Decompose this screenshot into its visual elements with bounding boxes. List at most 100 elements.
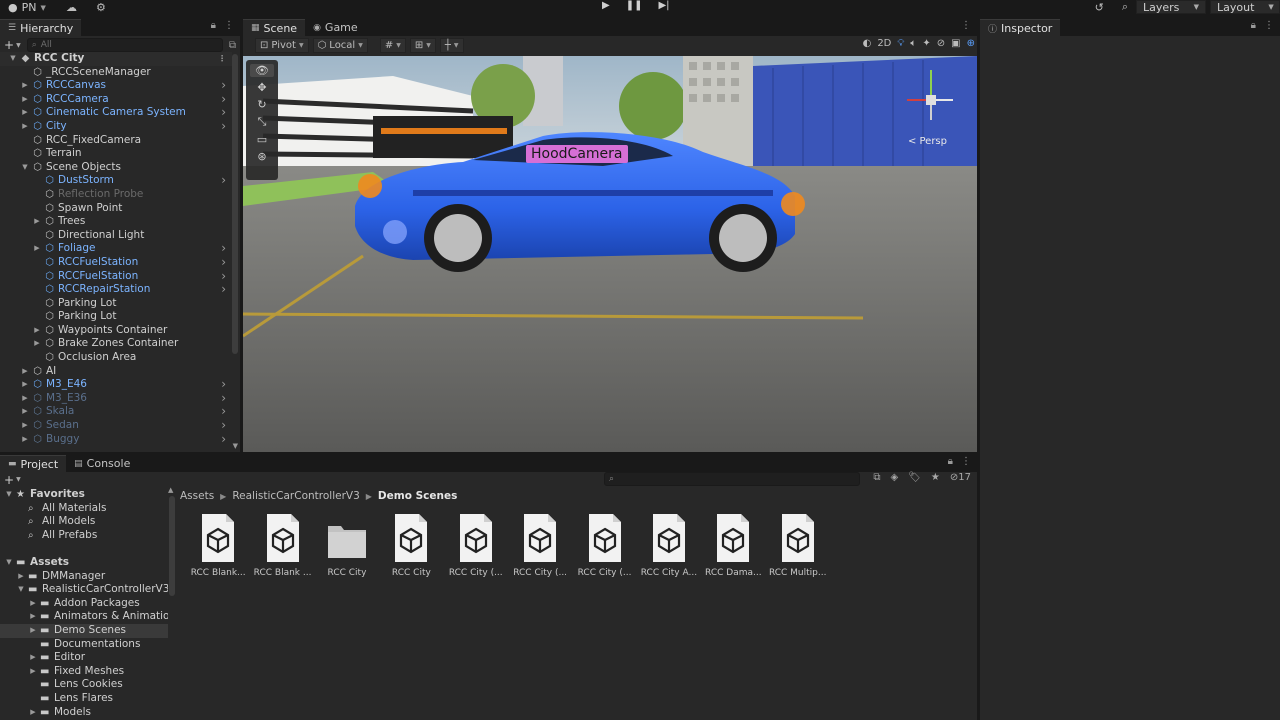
expand-right-icon[interactable]: ▶ — [32, 215, 42, 229]
hidden-objects-icon[interactable]: ⊘ — [937, 38, 945, 49]
hierarchy-row[interactable]: ▶ ⬡ Foliage › — [0, 242, 232, 256]
hierarchy-row[interactable]: ⬡ Occlusion Area — [0, 351, 232, 365]
hierarchy-row[interactable]: ▶ ⬡ Sedan › — [0, 418, 232, 433]
hierarchy-row[interactable]: ▶ ⬡ M3_E46 › — [0, 378, 232, 392]
lock-icon[interactable]: 🔒︎ — [948, 456, 953, 467]
scale-tool-icon[interactable]: ⤡ — [258, 115, 267, 129]
open-prefab-icon[interactable]: › — [221, 405, 226, 419]
expand-down-icon[interactable]: ▼ — [4, 488, 14, 502]
lock-icon[interactable]: 🔒︎ — [1251, 20, 1256, 31]
expand-right-icon[interactable]: ▶ — [28, 610, 38, 624]
project-tree-item[interactable]: ▶ ▬ Fixed Meshes — [0, 665, 168, 679]
move-tool-icon[interactable]: ✥ — [257, 81, 266, 94]
expand-right-icon[interactable]: ▶ — [20, 378, 30, 392]
asset-scene-file[interactable]: RCC City — [379, 512, 443, 578]
snap-increment-button[interactable]: ⊞ ▼ — [409, 38, 436, 53]
breadcrumb-item[interactable]: RealisticCarControllerV3 — [232, 490, 359, 502]
project-tree-item[interactable]: ▼ ★ Favorites — [0, 488, 168, 502]
account-button[interactable]: ● PN ▼ — [8, 1, 46, 14]
asset-folder[interactable]: RCC City — [315, 512, 379, 578]
layout-dropdown[interactable]: Layout ▼ — [1210, 0, 1280, 14]
hierarchy-row[interactable]: ⬡ RCCRepairStation › — [0, 282, 232, 297]
lighting-toggle-icon[interactable]: 💡︎ — [897, 38, 904, 49]
project-tree-scrollbar[interactable]: ▲ — [168, 486, 176, 720]
scroll-up-icon[interactable]: ▲ — [168, 486, 173, 494]
hierarchy-row[interactable]: ▶ ⬡ City › — [0, 119, 232, 134]
asset-scene-file[interactable]: RCC City (... — [508, 512, 572, 578]
hierarchy-row[interactable]: ⬡ Spawn Point — [0, 202, 232, 216]
project-tree-item[interactable]: ▶ ▬ DMManager — [0, 570, 168, 584]
history-icon[interactable]: ↺ — [1095, 1, 1104, 14]
expand-down-icon[interactable]: ▼ — [20, 161, 30, 175]
expand-down-icon[interactable]: ▼ — [16, 583, 26, 597]
expand-right-icon[interactable]: ▶ — [28, 706, 38, 720]
view-tool-icon[interactable]: 👁︎ — [250, 64, 274, 77]
hierarchy-row[interactable]: ▼ ⬡ Scene Objects — [0, 161, 232, 175]
hierarchy-row[interactable]: ⬡ RCC_FixedCamera — [0, 134, 232, 148]
tab-project[interactable]: ▬ Project — [0, 455, 67, 472]
scroll-down-icon[interactable]: ▼ — [233, 442, 238, 450]
hierarchy-row[interactable]: ⬡ RCCFuelStation › — [0, 269, 232, 284]
asset-scene-file[interactable]: RCC Blank ... — [250, 512, 314, 578]
tag-icon[interactable]: 🏷︎ — [908, 472, 921, 483]
asset-scene-file[interactable]: RCC City A... — [637, 512, 701, 578]
expand-down-icon[interactable]: ▼ — [4, 556, 14, 570]
lock-icon[interactable]: 🔒︎ — [211, 20, 216, 31]
expand-right-icon[interactable]: ▶ — [28, 665, 38, 679]
expand-right-icon[interactable]: ▶ — [28, 597, 38, 611]
hierarchy-row[interactable]: ⬡ RCCFuelStation › — [0, 255, 232, 270]
gizmos-icon[interactable]: ⊕ — [967, 38, 975, 49]
hierarchy-row[interactable]: ▶ ⬡ Cinematic Camera System › — [0, 106, 232, 120]
rotate-tool-icon[interactable]: ↻ — [257, 98, 266, 111]
hierarchy-row[interactable]: ⬡ Parking Lot — [0, 310, 232, 324]
expand-down-icon[interactable]: ▼ — [8, 52, 18, 66]
breadcrumb-item[interactable]: Assets — [180, 490, 214, 502]
step-icon[interactable]: ▶| — [658, 0, 669, 12]
tab-game[interactable]: ◉ Game — [305, 19, 366, 36]
local-dropdown[interactable]: ⬡ Local ▼ — [312, 38, 368, 53]
expand-right-icon[interactable]: ▶ — [20, 93, 30, 107]
hierarchy-row[interactable]: ▼ ◆ RCC City ⋮ — [0, 52, 232, 66]
open-prefab-icon[interactable]: › — [221, 174, 226, 188]
more-menu-icon[interactable]: ⋮ — [961, 20, 971, 31]
project-tree-item[interactable]: ▬ Lens Cookies — [0, 678, 168, 692]
hierarchy-row[interactable]: ⬡ Directional Light — [0, 229, 232, 243]
more-menu-icon[interactable]: ⋮ — [1264, 20, 1274, 31]
hierarchy-row[interactable]: ⬡ _RCCSceneManager — [0, 66, 232, 80]
breadcrumb-item[interactable]: Demo Scenes — [378, 490, 457, 502]
project-tree-item[interactable]: ▬ Lens Flares — [0, 692, 168, 706]
project-tree-item[interactable]: ▶▬ Animators & Animations — [0, 610, 168, 624]
open-prefab-icon[interactable]: › — [221, 418, 226, 433]
project-tree-item[interactable]: ▶ ▬ Demo Scenes — [0, 623, 168, 638]
pivot-dropdown[interactable]: ⊡ Pivot ▼ — [255, 38, 309, 53]
expand-right-icon[interactable]: ▶ — [20, 405, 30, 419]
persp-label[interactable]: < Persp — [908, 136, 947, 147]
search-options-icon[interactable]: ⧉ — [229, 40, 236, 51]
hierarchy-row[interactable]: ▶ ⬡ AI — [0, 365, 232, 379]
transform-tool-icon[interactable]: ⊛ — [257, 150, 266, 163]
hierarchy-row[interactable]: ▶ ⬡ RCCCanvas › — [0, 79, 232, 93]
hierarchy-row[interactable]: ▶ ⬡ Trees — [0, 215, 232, 229]
project-tree-item[interactable]: ▬ Documentations — [0, 638, 168, 652]
open-prefab-icon[interactable]: › — [221, 282, 226, 297]
scroll-thumb[interactable] — [169, 496, 175, 596]
asset-scene-file[interactable]: RCC City (... — [444, 512, 508, 578]
play-icon[interactable]: ▶ — [602, 0, 610, 12]
project-tree-item[interactable]: ▶ ▬ Editor — [0, 651, 168, 665]
hierarchy-row[interactable]: ⬡ DustStorm › — [0, 174, 232, 188]
pause-icon[interactable]: ❚❚ — [626, 0, 643, 12]
cloud-icon[interactable]: ☁ — [66, 1, 77, 14]
asset-scene-file[interactable]: RCC Dama... — [701, 512, 765, 578]
asset-scene-file[interactable]: RCC Multip... — [766, 512, 830, 578]
hierarchy-scrollbar[interactable] — [232, 54, 238, 354]
tab-console[interactable]: ▤ Console — [66, 455, 139, 472]
project-tree-item[interactable]: ▶ ▬ Models — [0, 706, 168, 720]
increment-snap-button[interactable]: ┼ ▼ — [439, 38, 464, 53]
expand-right-icon[interactable]: ▶ — [16, 570, 26, 584]
hierarchy-row[interactable]: ▶ ⬡ M3_E36 › — [0, 391, 232, 406]
expand-right-icon[interactable]: ▶ — [32, 324, 42, 338]
open-prefab-icon[interactable]: › — [221, 92, 226, 107]
hierarchy-row[interactable]: ⬡ Parking Lot — [0, 297, 232, 311]
audio-toggle-icon[interactable]: 🔈︎ — [910, 38, 916, 49]
hierarchy-search-input[interactable]: ⌕ All — [26, 38, 223, 52]
